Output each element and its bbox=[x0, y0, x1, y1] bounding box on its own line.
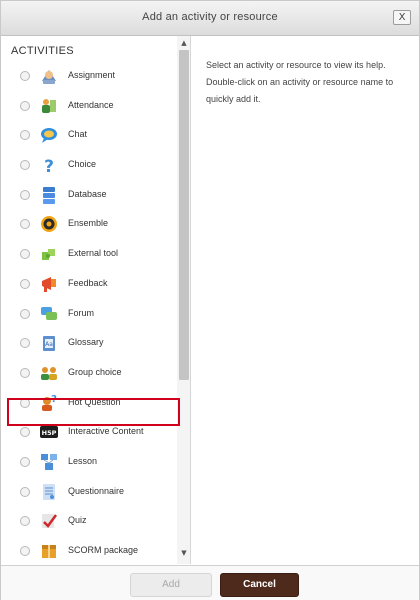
activity-item[interactable]: Lesson bbox=[1, 447, 177, 477]
scroll-up-icon[interactable]: ▲ bbox=[179, 38, 189, 48]
activity-label: Attendance bbox=[68, 99, 114, 110]
activity-label: Chat bbox=[68, 129, 88, 140]
glossary-icon: Aa bbox=[39, 333, 59, 353]
activity-item[interactable]: Forum bbox=[1, 299, 177, 329]
activity-label: Database bbox=[68, 188, 107, 199]
activity-radio[interactable] bbox=[20, 367, 30, 378]
activity-item[interactable]: Attendance bbox=[1, 91, 177, 121]
chat-icon bbox=[39, 125, 59, 145]
activity-item[interactable]: Quiz bbox=[1, 506, 177, 536]
activity-radio[interactable] bbox=[20, 130, 30, 141]
activity-item[interactable]: ? Choice bbox=[1, 150, 177, 180]
activities-heading: ACTIVITIES bbox=[11, 45, 74, 57]
group-choice-icon bbox=[39, 363, 59, 383]
database-icon bbox=[39, 185, 59, 205]
activities-panel: ACTIVITIES Assignment Attendance Chat? Choi… bbox=[1, 36, 191, 564]
external-tool-icon bbox=[39, 244, 59, 264]
activity-label: Choice bbox=[68, 159, 97, 170]
quiz-icon bbox=[39, 511, 59, 531]
activity-radio[interactable] bbox=[20, 219, 30, 230]
add-activity-dialog: Add an activity or resource X ACTIVITIES… bbox=[0, 0, 420, 600]
lesson-icon bbox=[39, 452, 59, 472]
cancel-button[interactable]: Cancel bbox=[220, 573, 299, 597]
activity-list: Assignment Attendance Chat? Choice Database E… bbox=[1, 61, 177, 564]
dialog-footer: Add Cancel bbox=[1, 565, 419, 600]
activity-label: Quiz bbox=[68, 515, 87, 526]
activity-item[interactable]: Database bbox=[1, 180, 177, 210]
activity-label: External tool bbox=[68, 248, 119, 259]
activity-label: Interactive Content bbox=[68, 426, 144, 437]
activity-item[interactable]: Aa Glossary bbox=[1, 328, 177, 358]
activity-radio[interactable] bbox=[20, 189, 30, 200]
activity-item[interactable]: Chat bbox=[1, 120, 177, 150]
activity-radio[interactable] bbox=[20, 308, 30, 319]
activity-item[interactable]: Feedback bbox=[1, 269, 177, 299]
help-text: Select an activity or resource to view i… bbox=[206, 60, 394, 104]
svg-text:?: ? bbox=[44, 157, 54, 175]
activity-radio[interactable] bbox=[20, 100, 30, 111]
questionnaire-icon bbox=[39, 482, 59, 502]
activity-radio[interactable] bbox=[20, 456, 30, 467]
activity-label: Lesson bbox=[68, 455, 98, 466]
activity-label: Forum bbox=[68, 307, 95, 318]
activity-radio[interactable] bbox=[20, 516, 30, 527]
activity-radio[interactable] bbox=[20, 71, 30, 81]
activity-item[interactable]: Assignment bbox=[1, 61, 177, 91]
add-button[interactable]: Add bbox=[130, 573, 212, 597]
activity-label: Ensemble bbox=[68, 218, 109, 229]
choice-icon: ? bbox=[39, 155, 59, 177]
scroll-down-icon[interactable]: ▼ bbox=[179, 548, 189, 558]
activity-label: Assignment bbox=[68, 70, 116, 80]
close-button[interactable]: X bbox=[393, 10, 411, 25]
activity-label: SCORM package bbox=[68, 545, 139, 555]
activity-radio[interactable] bbox=[20, 278, 30, 289]
feedback-icon bbox=[39, 274, 59, 294]
activity-item[interactable]: External tool bbox=[1, 239, 177, 269]
activity-radio[interactable] bbox=[20, 486, 30, 497]
activity-item[interactable]: Ensemble bbox=[1, 209, 177, 239]
activity-radio[interactable] bbox=[20, 546, 30, 556]
svg-text:H5P: H5P bbox=[42, 429, 57, 437]
activity-radio[interactable] bbox=[20, 160, 30, 171]
attendance-icon bbox=[39, 96, 59, 116]
scrollbar-thumb[interactable] bbox=[179, 50, 189, 380]
svg-text:Aa: Aa bbox=[45, 341, 53, 348]
highlight-box bbox=[7, 398, 180, 426]
activity-label: Glossary bbox=[68, 337, 104, 348]
activity-label: Questionnaire bbox=[68, 485, 125, 496]
activity-radio[interactable] bbox=[20, 338, 30, 349]
activity-label: Group choice bbox=[68, 366, 122, 377]
activity-item[interactable]: SCORM package bbox=[1, 536, 177, 564]
activity-label: Feedback bbox=[68, 277, 108, 288]
activity-item[interactable]: Group choice bbox=[1, 358, 177, 388]
dialog-title: Add an activity or resource bbox=[142, 11, 278, 23]
ensemble-icon bbox=[39, 214, 59, 234]
scorm-package-icon bbox=[39, 541, 59, 561]
forum-icon bbox=[39, 304, 59, 324]
activity-radio[interactable] bbox=[20, 427, 30, 438]
activity-item[interactable]: Questionnaire bbox=[1, 477, 177, 507]
assignment-icon bbox=[39, 66, 59, 86]
activity-radio[interactable] bbox=[20, 249, 30, 260]
dialog-titlebar: Add an activity or resource X bbox=[1, 1, 419, 36]
